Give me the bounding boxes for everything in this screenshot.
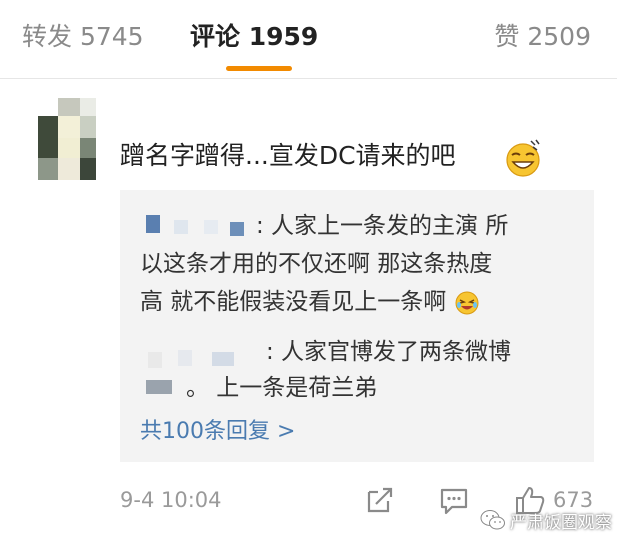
tab-bar: 转发 5745 评论 1959 赞 2509 xyxy=(0,0,617,80)
masked-username xyxy=(146,380,172,394)
reply-text: 。 上一条是荷兰弟 xyxy=(186,375,378,401)
wechat-icon xyxy=(480,510,505,530)
reply-text: 以这条才用的不仅还啊 那这条热度 xyxy=(140,251,493,277)
watermark: 严肃饭圈观察 xyxy=(478,506,617,536)
masked-username xyxy=(230,222,244,236)
masked-username xyxy=(178,350,192,366)
tab-like[interactable]: 赞 2509 xyxy=(494,20,591,54)
comment-timestamp: 9-4 10:04 xyxy=(120,488,222,512)
avatar[interactable] xyxy=(38,98,96,180)
masked-username xyxy=(148,352,162,368)
masked-username xyxy=(174,220,188,234)
watermark-text: 严肃饭圈观察 xyxy=(510,513,612,533)
reply-preview-box[interactable]: : 人家上一条发的主演 所 以这条才用的不仅还啊 那这条热度 高 就不能假装没看… xyxy=(120,190,594,462)
grinning-sweat-emoji-icon xyxy=(506,139,540,177)
masked-username xyxy=(212,352,234,366)
reply-text: 高 就不能假装没看见上一条啊 xyxy=(140,284,480,320)
masked-username xyxy=(146,215,160,233)
reply-text-segment: 高 就不能假装没看见上一条啊 xyxy=(140,289,447,315)
tab-comment[interactable]: 评论 1959 xyxy=(190,20,318,54)
view-more-replies-link[interactable]: 共100条回复 > xyxy=(140,416,295,448)
reply-text: : 人家官博发了两条微博 xyxy=(266,339,512,365)
laughing-emoji-icon xyxy=(455,291,479,314)
share-icon[interactable] xyxy=(364,484,396,516)
reply-text: : 人家上一条发的主演 所 xyxy=(256,213,509,239)
tab-repost[interactable]: 转发 5745 xyxy=(22,20,144,54)
active-tab-indicator xyxy=(226,66,292,71)
comment-text: 蹭名字蹭得...宣发DC请来的吧 xyxy=(120,141,456,170)
masked-username xyxy=(204,220,218,234)
tab-divider xyxy=(0,78,617,79)
comment-icon[interactable] xyxy=(438,484,470,516)
